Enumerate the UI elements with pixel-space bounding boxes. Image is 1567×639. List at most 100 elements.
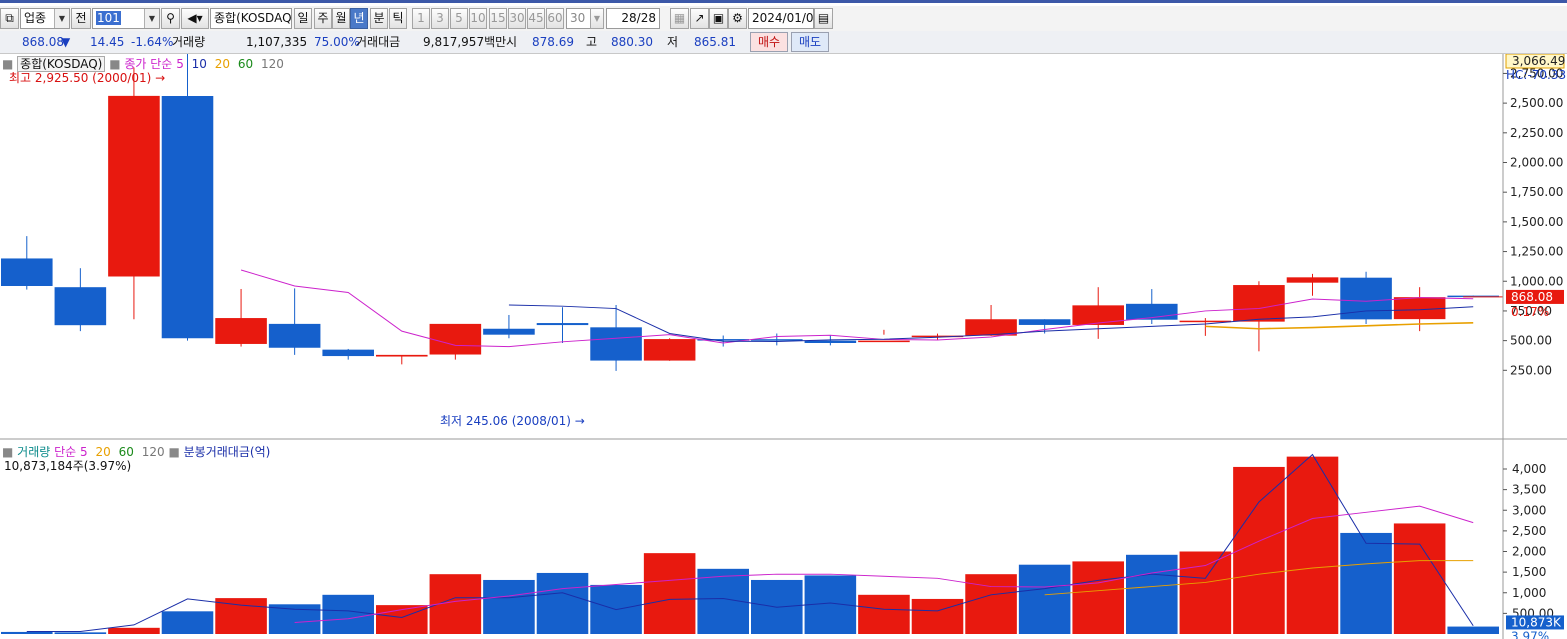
volume-bar [161,611,214,634]
index-name-field: 종합(KOSDAQ) [210,8,292,29]
draw-line-icon[interactable]: ↗ [690,8,709,29]
max-price-note: 최고 2,925.50 (2000/01) → [9,71,166,85]
gear-icon[interactable]: ⚙ [728,8,747,29]
min-price-note: 최저 245.06 (2008/01) → [440,414,585,428]
market-select[interactable]: 업종 ▼ [20,8,70,29]
minute-custom-value: 30 [570,11,586,25]
calendar-icon[interactable]: ▤ [814,8,833,29]
volume-bar [108,627,160,634]
volume-bar [1340,532,1392,634]
candle-body [858,340,910,343]
price-axis-label: 1,000.00 [1510,274,1563,288]
candle-body [1,258,53,286]
candle-body [1072,305,1124,325]
search-icon[interactable]: ⚲ [161,8,180,29]
price-axis-label: 2,000.00 [1510,156,1563,170]
volume-axis-label: 3,500 [1512,483,1546,497]
ma5-legend[interactable]: 5 [176,57,184,71]
volume-bar [965,574,1017,634]
volume-bar [1233,466,1285,634]
minute-button[interactable]: 30 [508,8,526,29]
price-legend: ■ 종합(KOSDAQ) ■ 종가 단순 5 10 20 60 120 [2,56,284,72]
price-axis-label: 250.00 [1510,363,1552,377]
price-axis-label: 1,250.00 [1510,245,1563,259]
page-counter: 28/28 [606,8,660,29]
period-button[interactable]: 일 [294,8,312,29]
candle-body [1018,319,1071,325]
grid-icon[interactable]: ▦ [670,8,689,29]
volume-axis-label: 4,000 [1512,462,1546,476]
amount-label: 거래대금 [356,35,401,49]
price-legend-name[interactable]: 종합(KOSDAQ) [17,56,106,72]
price-axis-label: 2,500.00 [1510,96,1563,110]
volume-bar [1072,561,1124,634]
minute-button[interactable]: 1 [412,8,430,29]
period-button[interactable]: 분 [370,8,388,29]
chart-area[interactable]: 2,750.002,500.002,250.002,000.001,750.00… [0,54,1567,639]
code-input[interactable]: 101 ▼ [92,8,160,29]
volume-axis-label: 1,500 [1512,565,1546,579]
candle-body [215,318,267,344]
sell-button[interactable]: 매도 [791,32,829,52]
chevron-down-icon[interactable]: ▼ [590,8,604,29]
volume-legend-name[interactable]: 거래량 [17,445,50,459]
minute-button[interactable]: 60 [546,8,564,29]
volume-bar [1179,551,1232,634]
candle-body [1393,297,1446,320]
volume-axis-label: 1,000 [1512,586,1546,600]
minute-button[interactable]: 10 [469,8,487,29]
axis-hc-note: HC:-70.33 [1506,68,1566,82]
vma120-legend[interactable]: 120 [142,445,165,459]
high-value: 880.30 [611,35,653,49]
period-button[interactable]: 년 [350,8,368,29]
candle-body [429,323,482,355]
candle-body [161,96,214,339]
price-value: 868.08 [22,35,64,49]
ma10-legend[interactable]: 10 [192,57,207,71]
volume-ratio: 75.00% [314,35,360,49]
volume-bar [322,594,374,634]
period-button[interactable]: 월 [332,8,350,29]
candle-body [108,95,160,277]
candle-body [54,287,107,326]
candle-body [483,328,535,335]
minute-button[interactable]: 45 [527,8,545,29]
date-input[interactable]: 2024/01/02 [748,8,814,29]
buy-button[interactable]: 매수 [750,32,788,52]
volume-bar [1018,564,1071,634]
price-axis-label: 2,250.00 [1510,126,1563,140]
ma20-legend[interactable]: 20 [215,57,230,71]
vma20-legend[interactable]: 20 [96,445,111,459]
current-volume-percent: 3.97% [1511,629,1549,639]
legend-square-icon: ■ [2,445,14,459]
candle-body [322,349,374,357]
minute-button[interactable]: 5 [450,8,468,29]
price-axis-label: 1,500.00 [1510,215,1563,229]
period-button[interactable]: 주 [314,8,332,29]
high-label: 고 [586,35,598,49]
ma-legend-title[interactable]: 종가 단순 [124,57,172,71]
volume-bar [1286,456,1339,634]
volume-bar [858,594,910,634]
current-price-value: 868.08 [1511,290,1553,304]
chevron-down-icon: ▼ [144,9,159,28]
volume-bar [1393,523,1446,634]
down-arrow-icon: ▼ [61,35,71,49]
volume-axis-label: 3,000 [1512,503,1546,517]
open-label: 시 [506,35,518,49]
vma60-legend[interactable]: 60 [119,445,134,459]
volume-ma-title[interactable]: 단순 [54,445,76,459]
amount-legend[interactable]: 분봉거래대금(억) [184,445,271,459]
speaker-icon[interactable]: ◀▾ [181,8,209,29]
ma120-legend[interactable]: 120 [261,57,284,71]
change-percent: -1.64% [131,35,174,49]
save-icon[interactable]: ▣ [709,8,728,29]
candle-body [376,354,428,357]
minute-button[interactable]: 15 [489,8,507,29]
vma5-legend[interactable]: 5 [80,445,88,459]
prev-button[interactable]: 전 [71,8,91,29]
period-button[interactable]: 틱 [389,8,407,29]
minute-button[interactable]: 3 [431,8,449,29]
ma60-legend[interactable]: 60 [238,57,253,71]
chart-window-icon[interactable]: ⧉ [0,8,19,29]
